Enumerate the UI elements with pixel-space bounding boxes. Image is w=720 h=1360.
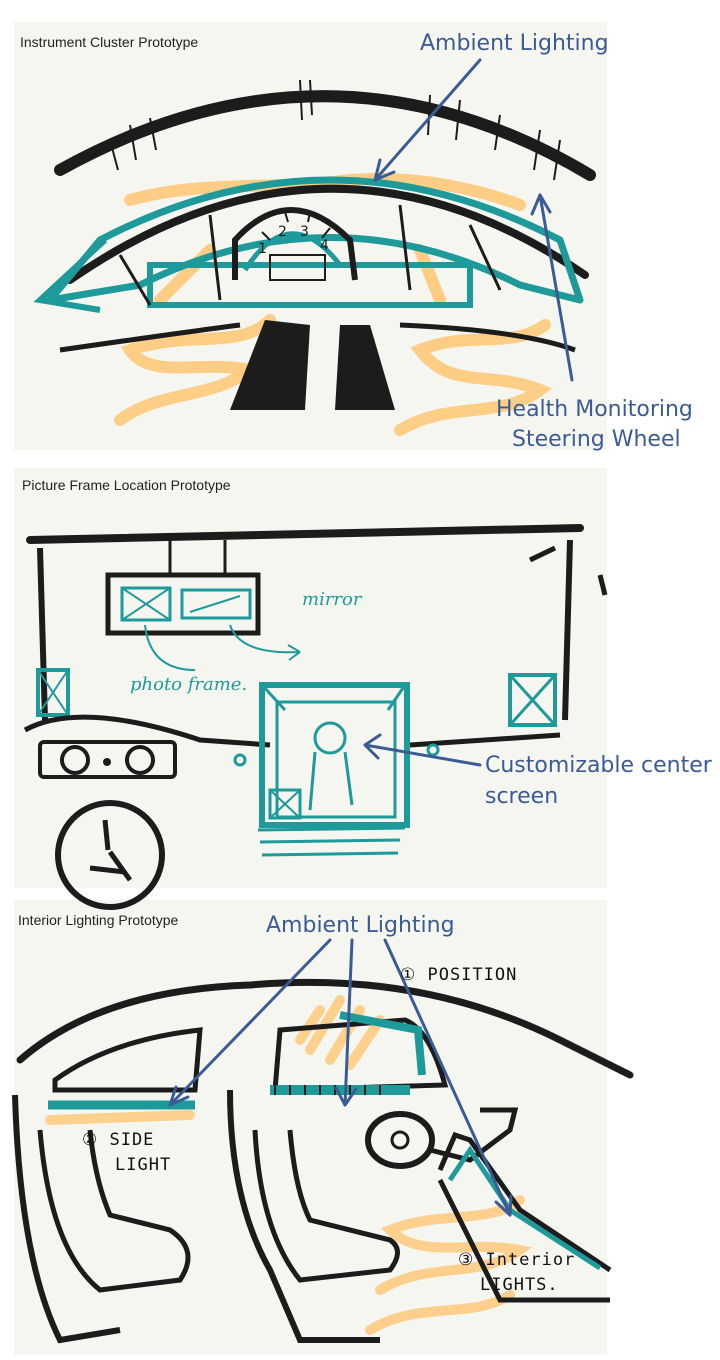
- interior-lights-label-line-2: LIGHTS.: [480, 1275, 559, 1295]
- position-label: ① POSITION: [400, 965, 517, 985]
- side-light-label-line-2: LIGHT: [115, 1155, 171, 1175]
- gauge-number-2: 2: [278, 224, 287, 240]
- panel-3-title: Interior Lighting Prototype: [18, 912, 179, 928]
- interior-lights-label-line-1: ③ Interior: [458, 1250, 575, 1270]
- panel-2-title: Picture Frame Location Prototype: [22, 477, 231, 493]
- ambient-lighting-callout-2: Ambient Lighting: [266, 913, 455, 938]
- health-monitoring-callout: Health Monitoring: [496, 397, 693, 422]
- gauge-number-1: 1: [258, 241, 267, 257]
- gauge-number-4: 4: [320, 238, 329, 254]
- center-screen-callout-line-1: Customizable center: [485, 753, 713, 778]
- steering-wheel-callout: Steering Wheel: [512, 427, 681, 452]
- mirror-label: mirror: [302, 589, 363, 610]
- photo-frame-label: photo frame.: [130, 674, 247, 695]
- side-light-label-line-1: ② SIDE: [82, 1130, 154, 1150]
- gauge-number-3: 3: [300, 224, 309, 240]
- ambient-lighting-callout-1: Ambient Lighting: [420, 31, 609, 56]
- prototype-sketch-board: 1 2 3 4 Instrument Cluster Prototype Amb…: [12, 22, 713, 1355]
- center-screen-callout-line-2: screen: [485, 784, 558, 809]
- panel-1-title: Instrument Cluster Prototype: [20, 34, 198, 50]
